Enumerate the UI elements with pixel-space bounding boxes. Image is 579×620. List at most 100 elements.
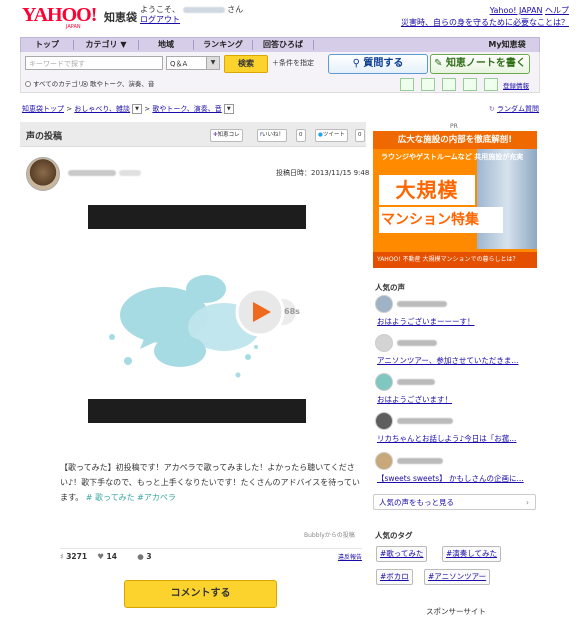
radio-all-categories[interactable]: すべてのカテゴリ [25, 78, 84, 88]
avatar [375, 373, 393, 391]
radio-song-label: 歌やトーク、演奏、音 [90, 80, 155, 88]
more-voices-button[interactable]: 人気の声をもっと見る › [373, 494, 536, 510]
like-label: いいね！ [261, 132, 284, 138]
comment-button[interactable]: コメントする [124, 580, 277, 608]
voice-user-blurred [397, 299, 447, 308]
radio-all-label: すべてのカテゴリ [33, 80, 85, 88]
more-voices-label: 人気の声をもっと見る [379, 498, 454, 507]
help-link[interactable]: ヘルプ [545, 6, 569, 15]
radio-song-category[interactable]: 歌やトーク、演奏、音 [82, 78, 154, 88]
facebook-like-button[interactable]: fいいね！ [257, 129, 287, 142]
voice-message[interactable]: リカちゃんとお話しよう♪今日は「お菰... [377, 433, 537, 444]
voice-user-blurred [397, 456, 443, 465]
logo-text: YAHOO! [22, 4, 97, 26]
registration-link[interactable]: 登録情報 [503, 80, 529, 90]
search-conditions-link[interactable]: ＋条件を指定 [272, 58, 314, 68]
tweet-button[interactable]: ●ツイート [315, 129, 348, 142]
avatar [375, 334, 393, 352]
breadcrumb-song[interactable]: 歌やトーク、演奏、音 [152, 105, 221, 113]
tag-ensou[interactable]: #演奏してみた [442, 546, 502, 562]
report-link[interactable]: 違反報告 [338, 552, 362, 561]
voice-item[interactable]: おはようございまーーーす！ [375, 295, 535, 331]
comment-count: 3 [146, 552, 152, 561]
tweet-label: ツイート [322, 132, 345, 138]
radio-selected-icon [82, 81, 88, 87]
ask-question-button[interactable]: ⚲ 質問する [328, 54, 428, 74]
building-image [477, 149, 537, 249]
nav-top[interactable]: トップ [21, 38, 73, 52]
voice-user-blurred [397, 377, 435, 386]
voice-message[interactable]: おはようございまーーーす！ [377, 316, 537, 327]
sponsor-title: スポンサーサイト [426, 607, 486, 616]
voice-user-blurred [397, 416, 453, 425]
chevron-down-icon[interactable]: ▼ [132, 104, 143, 114]
pr-label: PR [450, 123, 458, 130]
category-select[interactable]: Q＆A ▼ [166, 56, 220, 70]
nav-ranking[interactable]: ランキング [194, 38, 252, 52]
poster-name-blurred[interactable] [68, 168, 141, 177]
duration-label: 68s [284, 307, 300, 316]
tweet-count: 0 [355, 129, 365, 142]
tag-anison-tour[interactable]: #アニソンツアー [424, 569, 491, 585]
quick-icons [400, 78, 505, 91]
speech-bubbles-illustration [109, 275, 296, 378]
headphone-icon: ♯ [60, 552, 64, 561]
radio-icon [25, 81, 31, 87]
coin-icon[interactable] [400, 78, 414, 91]
yahoo-logo[interactable]: YAHOO! JAPAN [22, 4, 102, 30]
yahoo-japan-link[interactable]: Yahoo! JAPAN [490, 6, 543, 15]
ad-headline: 広大な施設の内部を徹底解剖! [373, 131, 537, 149]
post-source: Bubblyからの投稿 [304, 532, 355, 539]
nav-region[interactable]: 地域 [139, 38, 193, 52]
refresh-icon: ↻ [488, 105, 495, 113]
avatar [375, 295, 393, 313]
tag-utattemita[interactable]: #歌ってみた [376, 546, 428, 562]
comment-icon: ● [137, 552, 144, 561]
san-text: さん [227, 5, 244, 14]
search-button[interactable]: 検索 [224, 55, 268, 73]
service-name: 知恵袋 [104, 11, 137, 24]
nav-my-chiebukuro[interactable]: My知恵袋 [475, 38, 539, 52]
voice-message[interactable]: 【sweets sweets】 かもしさんの企画に... [377, 473, 537, 484]
voice-message[interactable]: おはようございます！ [377, 394, 537, 405]
voice-message[interactable]: アニソンツアー、参加させていただきま... [377, 355, 537, 366]
voice-item[interactable]: 【sweets sweets】 かもしさんの企画に... [375, 452, 535, 488]
voice-item[interactable]: おはようございます！ [375, 373, 535, 409]
name-blur-2 [118, 169, 141, 176]
coin-icon[interactable] [463, 78, 477, 91]
write-note-button[interactable]: ✎ 知恵ノートを書く [430, 54, 530, 74]
nav-answer-square[interactable]: 回答ひろば [253, 38, 313, 52]
category-value: Q＆A [170, 60, 188, 68]
tag-vocaloid[interactable]: #ボカロ [376, 569, 413, 585]
coin-icon[interactable] [421, 78, 435, 91]
breadcrumb-chat[interactable]: おしゃべり、雑談 [74, 105, 130, 113]
chiecolle-button[interactable]: ✚知恵コレ [210, 129, 243, 142]
audio-player[interactable]: 68s [88, 205, 306, 423]
nav-category[interactable]: カテゴリ ▼ [74, 38, 138, 52]
chevron-down-icon[interactable]: ▼ [223, 104, 234, 114]
ask-label: 質問する [363, 58, 404, 69]
logo-subtext: JAPAN [66, 24, 81, 30]
like-count: 0 [296, 129, 306, 142]
name-blur [68, 169, 116, 176]
coin-icon[interactable] [484, 78, 498, 91]
post-tags[interactable]: # 歌ってみた #アカペラ [86, 493, 176, 502]
avatar[interactable] [26, 157, 60, 191]
breadcrumb-top[interactable]: 知恵袋トップ [22, 105, 64, 113]
search-input[interactable]: キーワードで探す [25, 56, 163, 70]
heart-icon: ♥ [97, 552, 104, 561]
coin-icon[interactable] [442, 78, 456, 91]
disaster-link[interactable]: 災害時、自らの身を守るために必要なことは？ [401, 18, 569, 27]
ad-banner[interactable]: 広大な施設の内部を徹底解剖! ラウンジやゲストルームなど 共用施設が充実 大規模… [373, 131, 537, 268]
voice-item[interactable]: リカちゃんとお話しよう♪今日は「お菰... [375, 412, 535, 448]
player-artwork: 68s [88, 229, 306, 399]
username-blurred [182, 6, 225, 13]
post-stats: ♯ 3271 ♥ 14 ● 3 違反報告 [60, 548, 362, 564]
random-label: ランダム質問 [497, 105, 539, 113]
voice-item[interactable]: アニソンツアー、参加させていただきま... [375, 334, 535, 370]
random-question-link[interactable]: ↻ ランダム質問 [489, 104, 539, 114]
ad-big-text: 大規模 [379, 175, 475, 205]
chevron-down-icon: ▼ [206, 57, 219, 69]
avatar [375, 412, 393, 430]
logout-link[interactable]: ログアウト [140, 15, 180, 24]
